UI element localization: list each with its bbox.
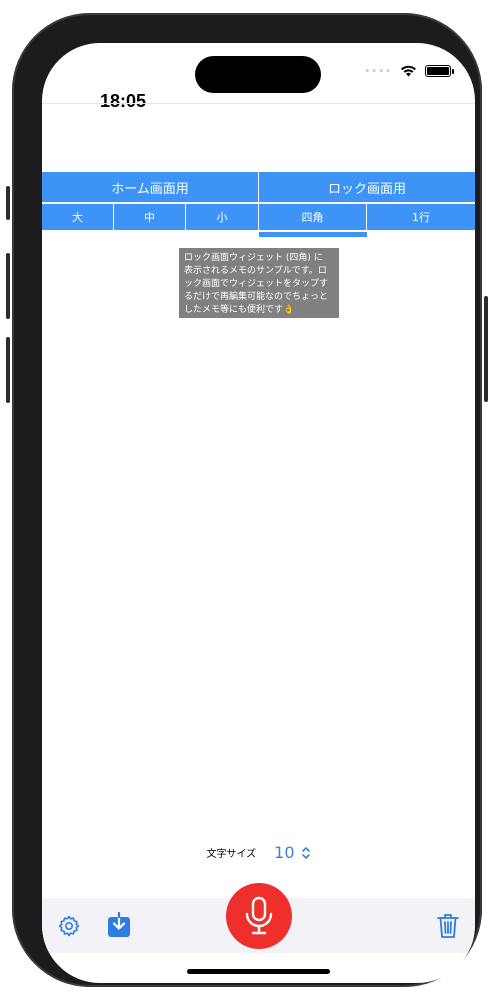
font-size-stepper[interactable]: 10	[274, 843, 310, 862]
chevron-up-down-icon	[301, 846, 310, 859]
font-size-control: 文字サイズ 10	[42, 843, 475, 862]
volume-up-button	[6, 253, 10, 319]
delete-button[interactable]	[436, 912, 460, 940]
tab-home-screen[interactable]: ホーム画面用	[42, 172, 259, 202]
settings-button[interactable]	[56, 913, 82, 939]
trash-icon	[437, 914, 459, 938]
tab-size-small[interactable]: 小	[186, 204, 259, 230]
status-time: 18:05	[100, 91, 147, 111]
selected-tab-indicator	[259, 232, 367, 237]
memo-preview[interactable]: ロック画面ウィジェット (四角) に 表示されるメモのサンプルです。ロ ック画面…	[179, 248, 339, 318]
tab-size-medium[interactable]: 中	[114, 204, 186, 230]
wifi-icon	[401, 65, 416, 77]
font-size-value: 10	[274, 843, 295, 862]
volume-down-button	[6, 337, 10, 403]
tab-lock-one-line[interactable]: 1行	[367, 204, 475, 230]
battery-icon	[425, 65, 454, 77]
home-indicator	[187, 969, 330, 974]
font-size-label: 文字サイズ	[206, 849, 257, 860]
tab-size-large[interactable]: 大	[42, 204, 114, 230]
signal-icon: ••••	[364, 65, 392, 77]
download-icon	[108, 912, 130, 937]
gear-icon	[58, 915, 80, 937]
action-button	[6, 186, 10, 220]
tab-lock-screen[interactable]: ロック画面用	[259, 172, 475, 202]
power-button	[484, 296, 488, 402]
dynamic-island	[195, 56, 321, 93]
save-button[interactable]	[106, 911, 132, 939]
phone-frame: 18:05 •••• ホーム画面用 ロック画面用 大 中 小 四角 1行 ロック…	[6, 13, 488, 987]
widget-type-tabs: ホーム画面用 ロック画面用	[42, 172, 475, 202]
nav-divider	[42, 103, 475, 104]
record-voice-button[interactable]	[226, 883, 292, 949]
widget-size-tabs: 大 中 小 四角 1行	[42, 204, 475, 230]
status-indicators: ••••	[364, 65, 454, 77]
app-screen: 18:05 •••• ホーム画面用 ロック画面用 大 中 小 四角 1行 ロック…	[42, 43, 475, 983]
tab-lock-square[interactable]: 四角	[259, 204, 367, 230]
microphone-icon	[245, 896, 273, 935]
